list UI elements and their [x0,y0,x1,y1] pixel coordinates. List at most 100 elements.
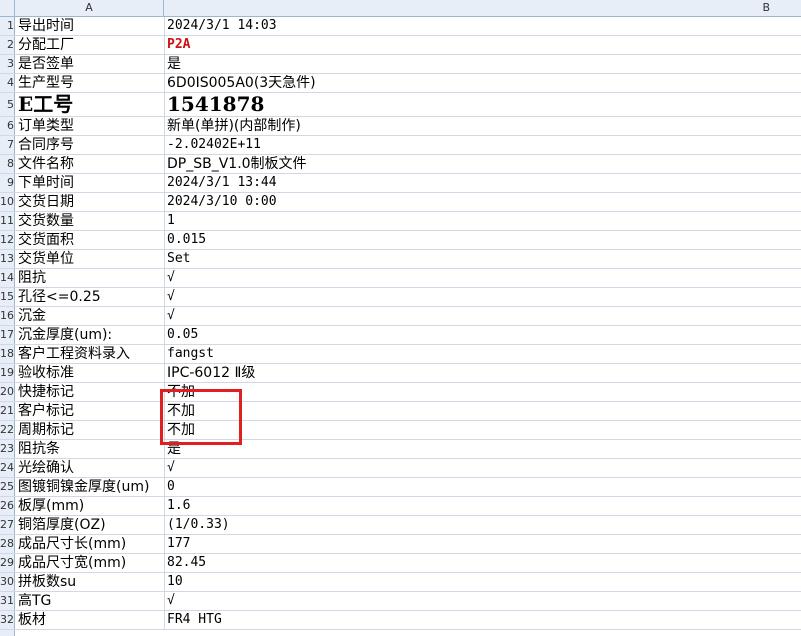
cell-a[interactable]: 生产型号 [16,74,165,92]
row-number[interactable]: 19 [0,364,15,382]
cell-b[interactable]: 6D0IS005A0(3天急件) [165,74,797,92]
select-all-corner[interactable] [0,0,15,16]
cell-b[interactable]: 1541878 [165,93,797,116]
row-number[interactable]: 1 [0,17,15,35]
row-number[interactable]: 25 [0,478,15,496]
cell-b[interactable]: 是 [165,55,797,73]
row-number[interactable]: 14 [0,269,15,287]
cell-b[interactable]: fangst [165,345,797,363]
cell-b[interactable]: √ [165,592,797,610]
row-number[interactable]: 26 [0,497,15,515]
cell-b[interactable]: 2024/3/1 13:44 [165,174,797,192]
cell-b[interactable]: 新单(单拼)(内部制作) [165,117,797,135]
cell-a[interactable]: 交货单位 [16,250,165,268]
cell-a[interactable]: 合同序号 [16,136,165,154]
cell-b[interactable]: 0.05 [165,326,797,344]
cell-b[interactable]: 82.45 [165,554,797,572]
cell-a[interactable]: 客户标记 [16,402,165,420]
cell-b[interactable]: IPC-6012 Ⅱ级 [165,364,797,382]
cell-b[interactable]: Set [165,250,797,268]
cell-b[interactable]: 1.6 [165,497,797,515]
row-number[interactable]: 8 [0,155,15,173]
row-number[interactable]: 17 [0,326,15,344]
row-number[interactable]: 4 [0,74,15,92]
row-number[interactable]: 24 [0,459,15,477]
cell-a[interactable]: 阻抗 [16,269,165,287]
cell-a[interactable]: 是否签单 [16,55,165,73]
cell-b[interactable]: 0.015 [165,231,797,249]
row-number[interactable]: 20 [0,383,15,401]
row-number[interactable]: 30 [0,573,15,591]
row-number[interactable]: 22 [0,421,15,439]
cell-a[interactable]: 导出时间 [16,17,165,35]
row-number[interactable]: 23 [0,440,15,458]
cell-a[interactable]: 图镀铜镍金厚度(um) [16,478,165,496]
row-number[interactable]: 2 [0,36,15,54]
cell-a[interactable]: 沉金 [16,307,165,325]
cell-b[interactable]: 不加 [165,383,797,401]
cell-a[interactable]: 板材 [16,611,165,629]
cell-b[interactable]: √ [165,459,797,477]
row-number[interactable]: 3 [0,55,15,73]
row-number[interactable]: 27 [0,516,15,534]
cell-a[interactable]: 板厚(mm) [16,497,165,515]
cell-a[interactable]: 铜箔厚度(OZ) [16,516,165,534]
cell-a[interactable]: 高TG [16,592,165,610]
cell-b[interactable]: 不加 [165,402,797,420]
cell-b[interactable]: FR4 HTG [165,611,797,629]
cell-b[interactable]: 0 [165,478,797,496]
cell-a[interactable]: 成品尺寸长(mm) [16,535,165,553]
row-number[interactable]: 7 [0,136,15,154]
column-header-a[interactable]: A [15,0,164,16]
cell-a[interactable]: 交货日期 [16,193,165,211]
cell-a[interactable]: 交货面积 [16,231,165,249]
cell-b[interactable]: √ [165,269,797,287]
row-number[interactable]: 13 [0,250,15,268]
cell-b[interactable]: 2024/3/1 14:03 [165,17,797,35]
cell-b[interactable]: √ [165,288,797,306]
cell-b[interactable]: 177 [165,535,797,553]
cell-a[interactable]: 阻抗条 [16,440,165,458]
cell-a[interactable]: 验收标准 [16,364,165,382]
row-number[interactable]: 6 [0,117,15,135]
row-number[interactable]: 11 [0,212,15,230]
cell-a[interactable]: E工号 [16,93,165,116]
cell-b[interactable]: P2A [165,36,797,54]
row-number[interactable]: 21 [0,402,15,420]
row-number[interactable]: 28 [0,535,15,553]
cell-b[interactable]: (1/0.33) [165,516,797,534]
cell-a[interactable]: 成品尺寸宽(mm) [16,554,165,572]
cell-a[interactable]: 拼板数su [16,573,165,591]
cell-b[interactable]: 不加 [165,421,797,439]
cell-a[interactable]: 交货数量 [16,212,165,230]
cell-a[interactable]: 快捷标记 [16,383,165,401]
row-number[interactable]: 18 [0,345,15,363]
row-number[interactable]: 29 [0,554,15,572]
row-number[interactable]: 32 [0,611,15,629]
row-number[interactable]: 16 [0,307,15,325]
cell-b[interactable]: 1 [165,212,797,230]
row-number[interactable]: 15 [0,288,15,306]
column-header-b[interactable]: B [164,0,800,16]
row-number[interactable]: 9 [0,174,15,192]
row-number[interactable]: 31 [0,592,15,610]
cell-b[interactable]: -2.02402E+11 [165,136,797,154]
cell-b[interactable]: √ [165,307,797,325]
cell-b[interactable]: 10 [165,573,797,591]
cell-a[interactable]: 周期标记 [16,421,165,439]
cell-b[interactable]: DP_SB_V1.0制板文件 [165,155,797,173]
cell-a[interactable]: 订单类型 [16,117,165,135]
cell-a[interactable]: 孔径<=0.25 [16,288,165,306]
table-row: 4 生产型号 6D0IS005A0(3天急件) [0,74,801,93]
row-number[interactable]: 10 [0,193,15,211]
cell-a[interactable]: 客户工程资料录入 [16,345,165,363]
cell-a[interactable]: 下单时间 [16,174,165,192]
cell-b[interactable]: 2024/3/10 0:00 [165,193,797,211]
cell-a[interactable]: 光绘确认 [16,459,165,477]
row-number[interactable]: 12 [0,231,15,249]
row-number[interactable]: 5 [0,93,15,116]
cell-b[interactable]: 是 [165,440,797,458]
cell-a[interactable]: 分配工厂 [16,36,165,54]
cell-a[interactable]: 沉金厚度(um): [16,326,165,344]
cell-a[interactable]: 文件名称 [16,155,165,173]
